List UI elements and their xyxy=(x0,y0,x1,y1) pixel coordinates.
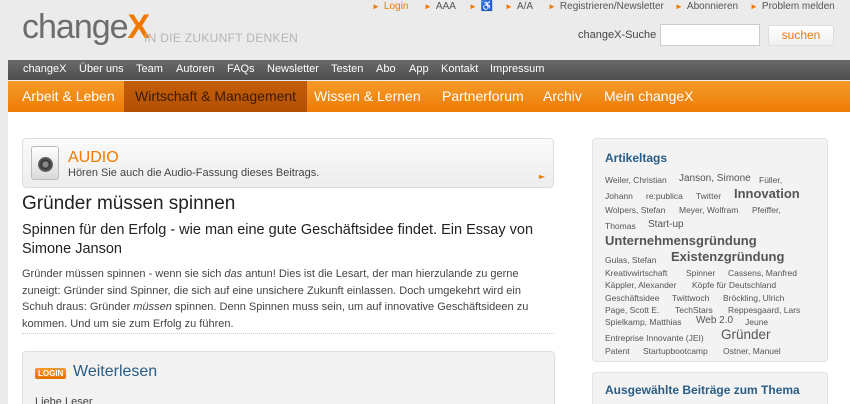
topnav-item-faqs[interactable]: FAQs xyxy=(227,63,255,75)
wheelchair-icon: ♿ xyxy=(480,1,494,12)
tag-link[interactable]: Thomas xyxy=(605,221,636,231)
tagline: IN DIE ZUKUNFT DENKEN xyxy=(144,31,299,45)
tab-partnerforum[interactable]: Partnerforum xyxy=(431,81,535,112)
article-lead: Spinnen für den Erfolg - wie man eine gu… xyxy=(22,222,534,257)
font-size-link[interactable]: ► AAA xyxy=(424,1,456,12)
speaker-icon xyxy=(31,146,59,180)
arrow-icon: ► xyxy=(372,2,380,11)
topnav-item-autoren[interactable]: Autoren xyxy=(176,63,215,75)
tag-link[interactable]: Pfeiffer, xyxy=(752,205,781,215)
tag-link[interactable]: Patent xyxy=(605,346,630,356)
tab-arbeit-leben[interactable]: Arbeit & Leben xyxy=(11,81,126,112)
weiterlesen-box: LOGIN Weiterlesen Liebe Leser xyxy=(22,351,555,404)
weiterlesen-text: Liebe Leser xyxy=(35,396,93,404)
related-title: Ausgewählte Beiträge zum Thema xyxy=(605,383,800,397)
tag-link[interactable]: Spielkamp, Matthias xyxy=(605,317,682,327)
audio-title: AUDIO xyxy=(68,149,119,166)
search-label: changeX-Suche xyxy=(578,29,657,41)
arrow-icon: ► xyxy=(505,2,513,11)
login-link[interactable]: ► Login xyxy=(372,1,408,12)
site-header: changeX IN DIE ZUKUNFT DENKEN ► Login ► AA… xyxy=(0,0,850,60)
arrow-icon[interactable]: ► xyxy=(539,172,545,181)
changex-logo[interactable]: changeX xyxy=(22,8,150,47)
tag-link[interactable]: Meyer, Wolfram xyxy=(679,205,738,215)
tag-cloud-box: Artikeltags Weiler, Christian Janson, Si… xyxy=(592,138,828,362)
weiterlesen-title: Weiterlesen xyxy=(73,363,158,380)
tag-link[interactable]: Web 2.0 xyxy=(696,315,733,326)
arrow-icon: ► xyxy=(750,2,758,11)
tag-link[interactable]: Gulas, Stefan xyxy=(605,255,657,265)
tag-link[interactable]: Kreativwirtschaft xyxy=(605,268,667,278)
topnav-item-app[interactable]: App xyxy=(409,63,429,75)
tag-link[interactable]: Janson, Simone xyxy=(679,173,751,184)
tag-link[interactable]: Unternehmensgründung xyxy=(605,233,757,248)
tag-link[interactable]: Reppesgaard, Lars xyxy=(728,305,800,315)
tag-link[interactable]: Füller, xyxy=(759,175,782,185)
tag-link[interactable]: re:publica xyxy=(646,191,683,201)
topnav-item-impressum[interactable]: Impressum xyxy=(490,63,544,75)
tab-wirtschaft-management[interactable]: Wirtschaft & Management xyxy=(124,81,308,112)
tab-wissen-lernen[interactable]: Wissen & Lernen xyxy=(303,81,432,112)
tag-link[interactable]: Existenzgründung xyxy=(671,249,784,264)
article-title: Gründer müssen spinnen xyxy=(22,193,236,214)
tag-link[interactable]: Weiler, Christian xyxy=(605,175,667,185)
arrow-icon: ► xyxy=(548,2,556,11)
tag-link[interactable]: Bröckling, Ulrich xyxy=(723,293,784,303)
audio-box[interactable]: AUDIO Hören Sie auch die Audio-Fassung d… xyxy=(22,138,554,188)
tags-title: Artikeltags xyxy=(605,151,668,165)
topnav-item-testen[interactable]: Testen xyxy=(331,63,363,75)
related-articles-box: Ausgewählte Beiträge zum Thema xyxy=(592,372,828,404)
tag-link[interactable]: Jeune xyxy=(745,317,768,327)
audio-subtitle: Hören Sie auch die Audio-Fassung dieses … xyxy=(68,167,320,179)
subscribe-link[interactable]: ► Abonnieren xyxy=(675,1,738,12)
tag-link[interactable]: Startupbootcamp xyxy=(643,346,708,356)
tab-mein-changex[interactable]: Mein changeX xyxy=(593,81,705,112)
tag-link[interactable]: Wolpers, Stefan xyxy=(605,205,665,215)
tag-link[interactable]: Start-up xyxy=(648,219,684,230)
tab-archiv[interactable]: Archiv xyxy=(532,81,593,112)
topnav-item-newsletter[interactable]: Newsletter xyxy=(267,63,319,75)
tag-link[interactable]: Ostner, Manuel xyxy=(723,346,781,356)
contrast-link[interactable]: ► A/A xyxy=(505,1,533,12)
tag-link[interactable]: Entreprise Innovante (JEI) xyxy=(605,333,704,343)
login-badge[interactable]: LOGIN xyxy=(35,368,67,379)
tag-link[interactable]: Geschäftsidee xyxy=(605,293,659,303)
tag-link[interactable]: TechStars xyxy=(675,305,713,315)
arrow-icon: ► xyxy=(675,2,683,11)
article-body: Gründer müssen spinnen - wenn sie sich d… xyxy=(22,268,529,330)
tag-link[interactable]: Käppler, Alexander xyxy=(605,280,676,290)
tag-link[interactable]: Innovation xyxy=(734,186,800,201)
logo-main: change xyxy=(22,8,129,46)
search-input[interactable] xyxy=(660,24,760,46)
arrow-icon: ► xyxy=(469,2,477,11)
tag-link[interactable]: Köpfe für Deutschland xyxy=(692,280,776,290)
top-navigation: changeX Über uns Team Autoren FAQs Newsl… xyxy=(8,60,850,80)
tag-link[interactable]: Johann xyxy=(605,191,633,201)
tag-link[interactable]: Spinner xyxy=(686,268,715,278)
topnav-item-kontakt[interactable]: Kontakt xyxy=(441,63,478,75)
register-link[interactable]: ► Registrieren/Newsletter xyxy=(548,1,664,12)
tag-link[interactable]: Page, Scott E. xyxy=(605,305,659,315)
divider xyxy=(22,333,554,334)
tag-link[interactable]: Gründer xyxy=(721,327,771,342)
topnav-item-abo[interactable]: Abo xyxy=(376,63,396,75)
main-navigation: Arbeit & Leben Wirtschaft & Management W… xyxy=(8,81,850,112)
tag-link[interactable]: Twittwoch xyxy=(672,293,709,303)
topnav-item-team[interactable]: Team xyxy=(136,63,163,75)
tag-link[interactable]: Cassens, Manfred xyxy=(728,268,797,278)
arrow-icon: ► xyxy=(424,2,432,11)
topnav-item-changex[interactable]: changeX xyxy=(23,63,66,75)
topnav-item-ueber-uns[interactable]: Über uns xyxy=(79,63,124,75)
report-problem-link[interactable]: ► Problem melden xyxy=(750,1,835,12)
search-button[interactable]: suchen xyxy=(768,25,834,46)
accessibility-link[interactable]: ► ♿ xyxy=(469,1,493,12)
tag-link[interactable]: Twitter xyxy=(696,191,721,201)
